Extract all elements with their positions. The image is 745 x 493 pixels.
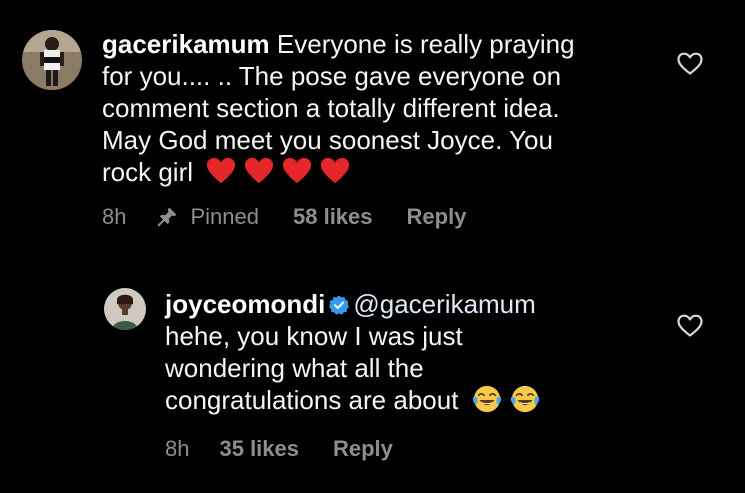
avatar-image [104, 288, 146, 330]
comment-text-line: for you.... .. The pose gave everyone on [102, 61, 562, 91]
avatar-joyceomondi[interactable] [104, 288, 146, 330]
reply-button[interactable]: Reply [407, 204, 467, 230]
comment-username[interactable]: gacerikamum [102, 29, 270, 59]
face-with-tears-of-joy-icon [510, 384, 540, 414]
mention-link[interactable]: @gacerikamum [353, 289, 535, 319]
red-heart-icon [244, 156, 274, 186]
reply-button[interactable]: Reply [333, 436, 393, 462]
comment-time: 8h [102, 204, 127, 229]
comment-text-line: rock girl [102, 157, 194, 187]
comment-text-line: Everyone is really praying [276, 29, 575, 59]
pin-icon [156, 206, 178, 228]
comment-username[interactable]: joyceomondi [165, 289, 325, 319]
pinned-label: Pinned [190, 204, 259, 229]
like-heart-icon[interactable] [677, 52, 703, 76]
comment-body: joyceomondi @gacerikamum hehe, you know I… [165, 288, 635, 416]
likes-count[interactable]: 35 likes [219, 436, 299, 462]
red-heart-icon [282, 156, 312, 186]
red-heart-icon [206, 156, 236, 186]
red-heart-icon [320, 156, 350, 186]
avatar-image [22, 30, 82, 90]
comment-text-line: wondering what all the [165, 353, 424, 383]
comment-text-line: congratulations are about [165, 385, 459, 415]
comment-text-line: May God meet you soonest Joyce. You [102, 125, 553, 155]
avatar-gacerikamum[interactable] [22, 30, 82, 90]
comment-text-line: hehe, you know I was just [165, 321, 463, 351]
likes-count[interactable]: 58 likes [293, 204, 373, 230]
comment-text-line: comment section a totally different idea… [102, 93, 560, 123]
pinned-indicator: Pinned [156, 204, 259, 230]
comment-meta: 8h 35 likes Reply [165, 436, 393, 462]
face-with-tears-of-joy-icon [472, 384, 502, 414]
comment-meta: 8h Pinned 58 likes Reply [102, 204, 466, 230]
like-heart-icon[interactable] [677, 314, 703, 338]
comment-time: 8h [165, 436, 190, 461]
comment-body: gacerikamum Everyone is really praying f… [102, 28, 642, 188]
verified-badge-icon [329, 290, 350, 315]
